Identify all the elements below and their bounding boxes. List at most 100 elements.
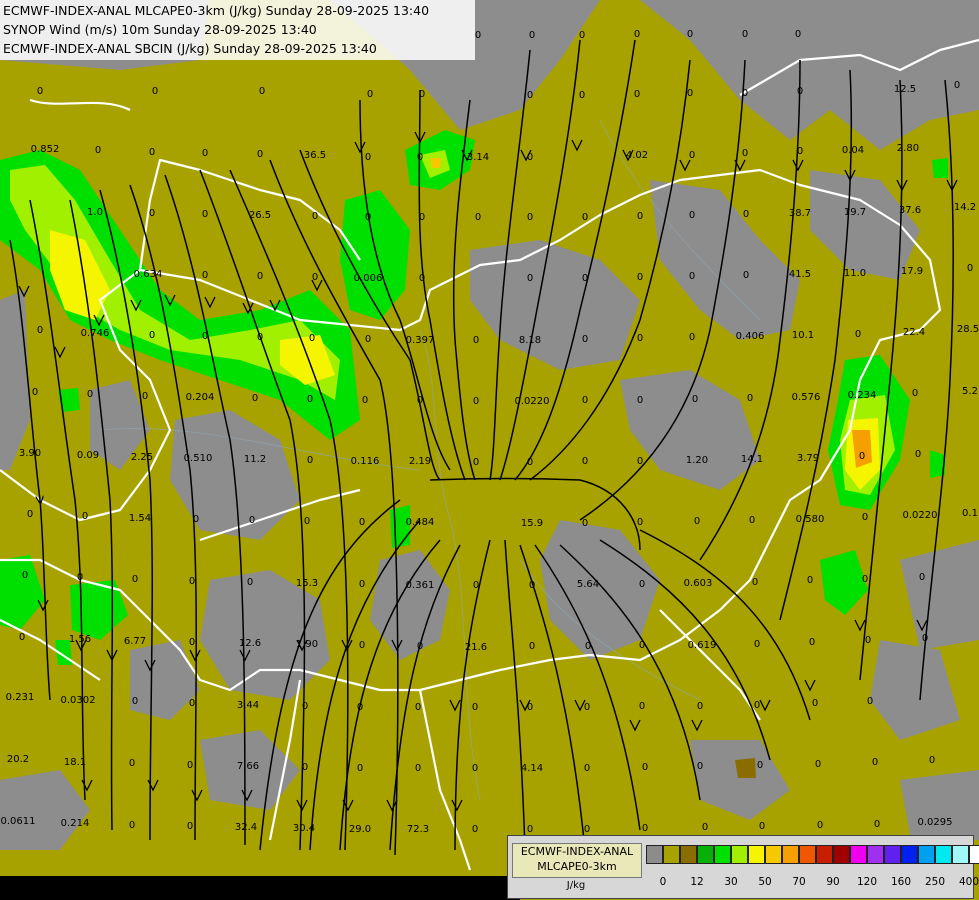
station-value: 0 [257, 271, 263, 282]
station-value: 18.1 [64, 757, 86, 768]
header-line-cin: ECMWF-INDEX-ANAL SBCIN (J/kg) Sunday 28-… [3, 41, 377, 56]
station-value: 0 [689, 332, 695, 343]
station-value: 0.0295 [918, 817, 953, 828]
station-value: 3.79 [797, 453, 819, 464]
station-value: 3.90 [19, 448, 41, 459]
map-header: ECMWF-INDEX-ANAL MLCAPE0-3km (J/kg) Sund… [0, 0, 475, 60]
station-value: 0 [815, 759, 821, 770]
station-value: 0 [694, 516, 700, 527]
station-value: 0 [874, 819, 880, 830]
legend-label: 120 [856, 876, 878, 888]
station-value: 0 [32, 387, 38, 398]
station-value: 0 [187, 760, 193, 771]
station-value: 0 [417, 395, 423, 406]
station-value: 1.56 [69, 634, 91, 645]
station-value: 0 [202, 331, 208, 342]
station-value: 0.603 [684, 578, 713, 589]
station-value: 0 [582, 212, 588, 223]
station-value: 0 [637, 517, 643, 528]
station-value: 0 [527, 212, 533, 223]
station-value: 0 [82, 511, 88, 522]
station-value: 0.006 [354, 273, 383, 284]
station-value: 0 [472, 702, 478, 713]
station-value: 0 [189, 637, 195, 648]
station-value: 0 [415, 702, 421, 713]
station-value: 0 [307, 394, 313, 405]
station-value: 0 [809, 637, 815, 648]
legend-swatch [833, 845, 850, 864]
station-value: 0 [365, 152, 371, 163]
station-value: 0 [302, 701, 308, 712]
station-value: 26.5 [249, 210, 271, 221]
legend-title-param: MLCAPE0-3km [537, 860, 617, 873]
header-line-cape: ECMWF-INDEX-ANAL MLCAPE0-3km (J/kg) Sund… [3, 3, 430, 18]
station-value: 0 [743, 270, 749, 281]
station-value: 0.231 [6, 692, 35, 703]
map-canvas[interactable]: 0 0 0 0 0 0 0 0 0 0 0 0 0 0 0 0 0 0 0 0 12.5 0 0.852 0 0 0 0 36.5 0 0… [0, 0, 979, 900]
legend-swatches [646, 845, 979, 864]
legend-swatch [731, 845, 748, 864]
station-value: 0 [473, 396, 479, 407]
station-value: 0 [929, 755, 935, 766]
station-value: 0 [257, 149, 263, 160]
station-value: 0 [202, 209, 208, 220]
station-value: 4.14 [521, 763, 543, 774]
station-value: 0 [692, 394, 698, 405]
station-value: 0 [585, 641, 591, 652]
station-value: 10.1 [792, 330, 814, 341]
station-value: 0.580 [796, 514, 825, 525]
station-value: 0 [77, 572, 83, 583]
station-value: 8.18 [519, 335, 541, 346]
station-value: 0 [249, 515, 255, 526]
station-value: 0 [797, 86, 803, 97]
station-value: 0 [582, 334, 588, 345]
station-value: 0 [357, 763, 363, 774]
station-value: 0 [582, 395, 588, 406]
station-value: 0.397 [406, 335, 435, 346]
station-value: 32.4 [235, 822, 257, 833]
station-value: 0.1 [962, 508, 978, 519]
station-value: 1.20 [686, 455, 708, 466]
station-value: 0 [22, 570, 28, 581]
station-value: 2.80 [897, 143, 919, 154]
station-value: 0 [797, 146, 803, 157]
legend-swatch [884, 845, 901, 864]
station-value: 0 [307, 455, 313, 466]
station-value: 0 [149, 147, 155, 158]
station-value: 0.576 [792, 392, 821, 403]
bottom-black-bar [0, 876, 520, 900]
station-value: 0 [743, 209, 749, 220]
station-value: 0.406 [736, 331, 765, 342]
station-value: 22.4 [903, 327, 925, 338]
station-value: 0 [309, 333, 315, 344]
station-value: 0 [527, 90, 533, 101]
header-line-wind: SYNOP Wind (m/s) 10m Sunday 28-09-2025 1… [3, 22, 317, 37]
station-value: 0 [752, 577, 758, 588]
station-value: 0 [754, 700, 760, 711]
station-value: 0 [922, 633, 928, 644]
station-value: 0.234 [848, 390, 877, 401]
legend-label: 50 [758, 876, 772, 888]
station-value: 0 [367, 89, 373, 100]
station-value: 41.5 [789, 269, 811, 280]
station-value: 0.852 [31, 144, 60, 155]
station-value: 38.7 [789, 208, 811, 219]
station-value: 0 [359, 517, 365, 528]
station-value: 0 [132, 574, 138, 585]
station-value: 0 [189, 576, 195, 587]
legend-unit: J/kg [566, 880, 586, 891]
station-value: 0 [582, 273, 588, 284]
station-value: 0 [807, 575, 813, 586]
station-value: 0 [187, 821, 193, 832]
station-value: 0 [687, 29, 693, 40]
station-value: 0.04 [842, 145, 864, 156]
station-value: 30.4 [293, 823, 315, 834]
station-value: 0.204 [186, 392, 215, 403]
station-value: 0 [419, 89, 425, 100]
station-value: 0 [259, 86, 265, 97]
legend-label: 160 [890, 876, 912, 888]
station-value: 0 [757, 760, 763, 771]
station-value: 0 [862, 512, 868, 523]
station-value: 0 [584, 763, 590, 774]
legend-swatch [680, 845, 697, 864]
